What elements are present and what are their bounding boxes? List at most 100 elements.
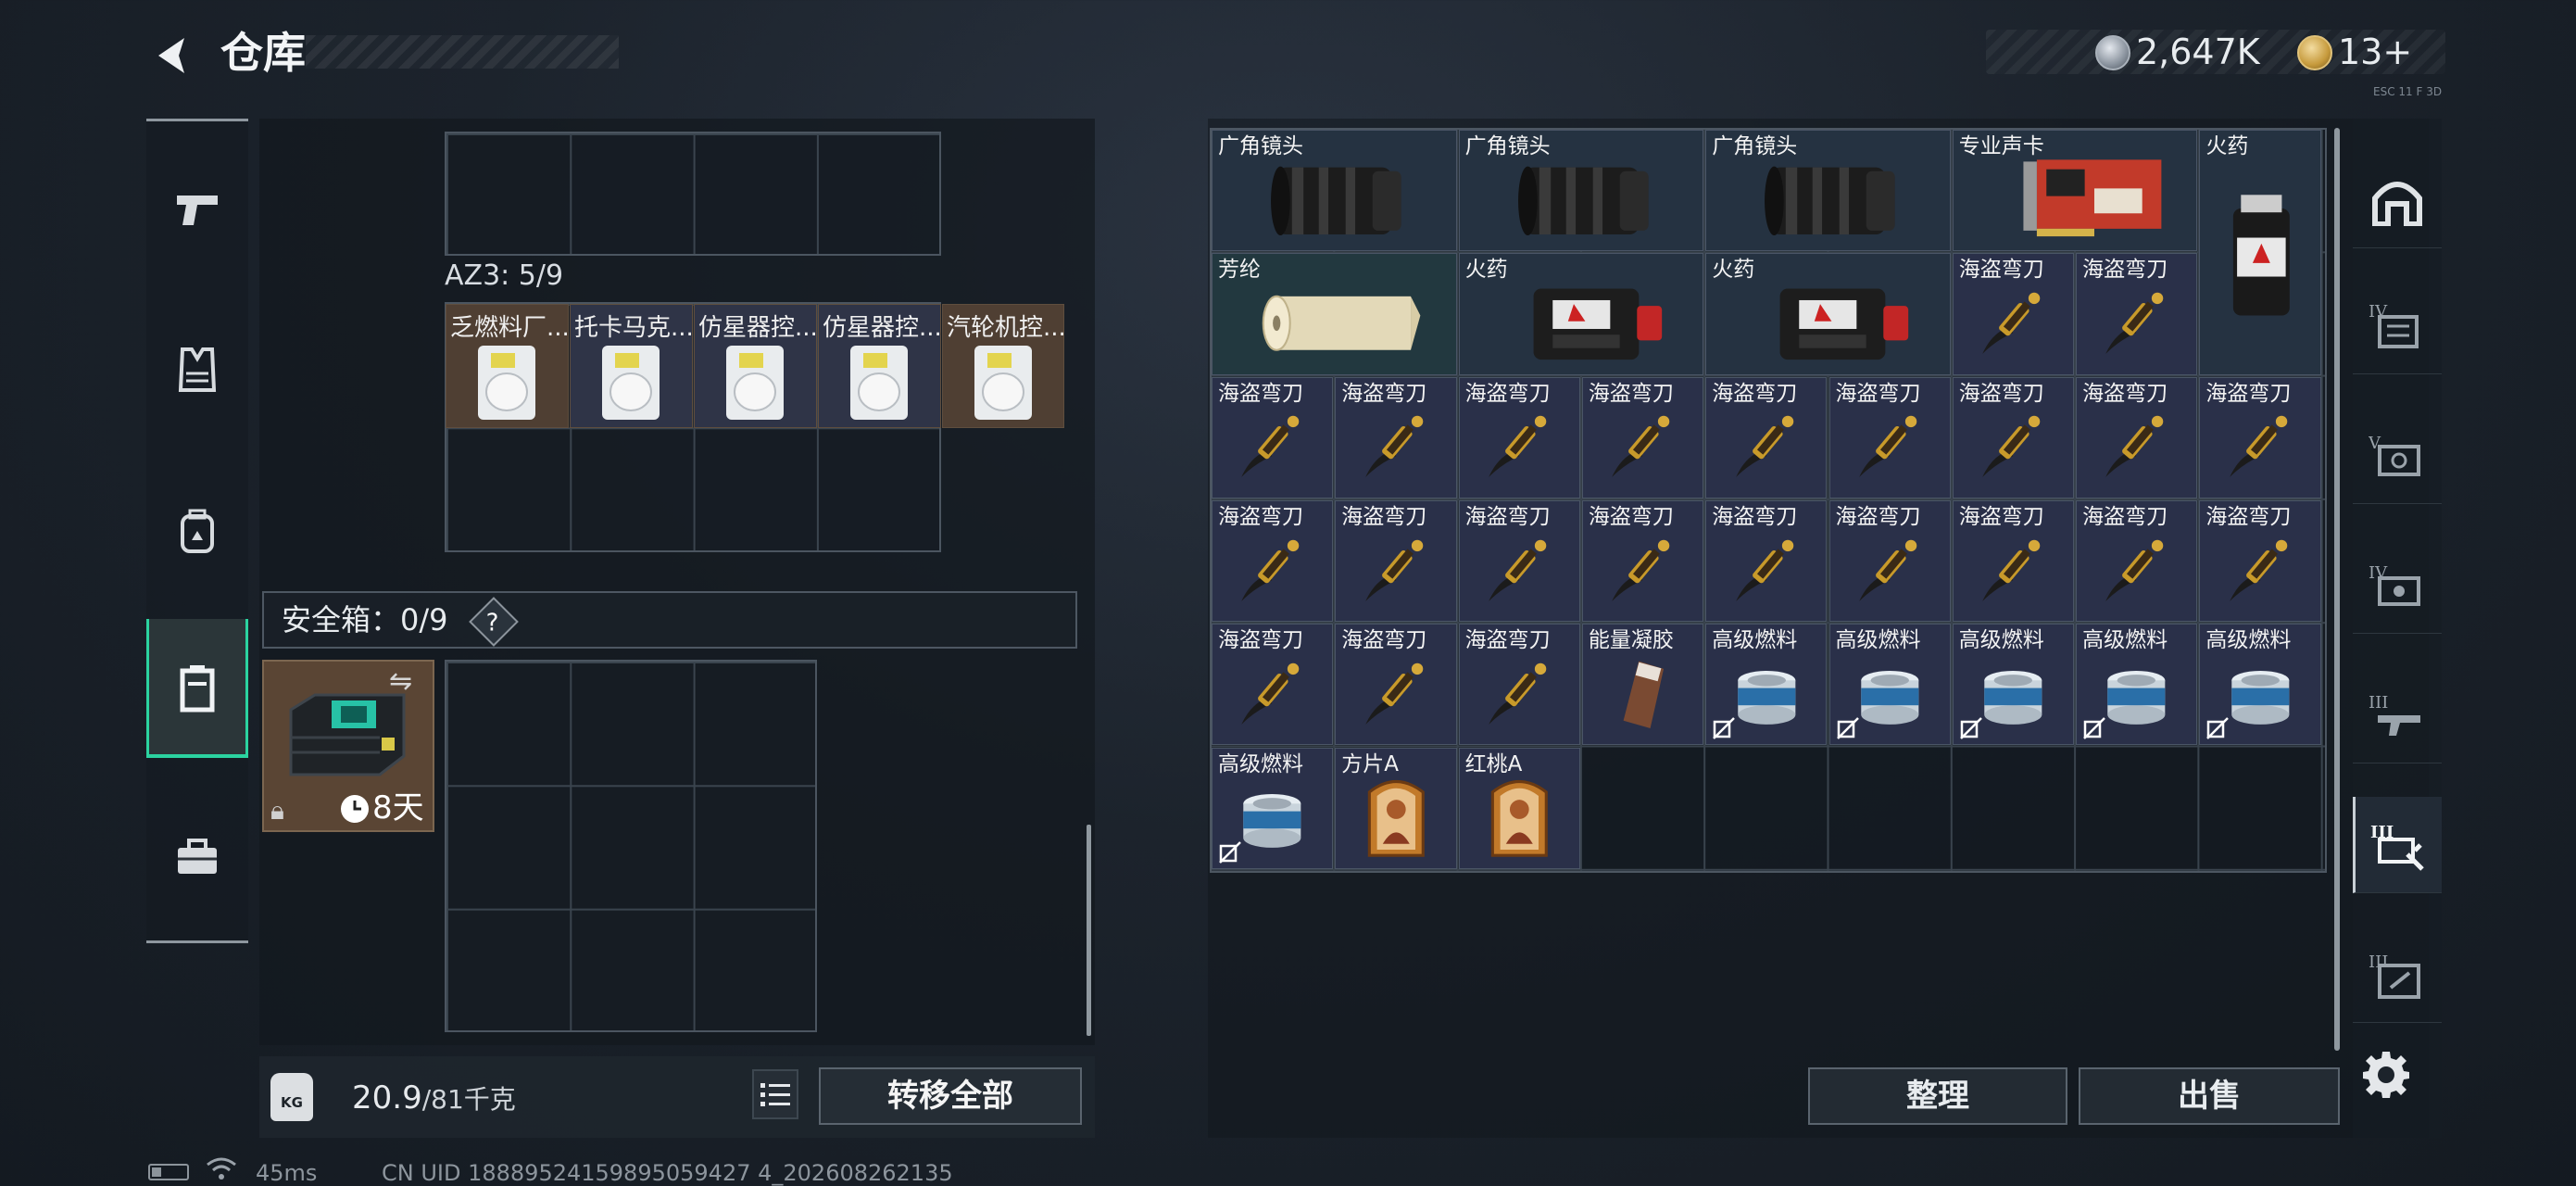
sound-card-icon: [2023, 159, 2162, 236]
stash-item-name: 海盗弯刀: [1958, 504, 2044, 529]
no-extract-icon: [1959, 716, 1983, 740]
sell-button[interactable]: 出售: [2079, 1067, 2340, 1125]
stash-item-name: 芳纶: [1218, 258, 1261, 283]
back-button[interactable]: [146, 30, 198, 82]
powder-box-icon: [1779, 288, 1909, 360]
stash-item[interactable]: 海盗弯刀: [1458, 376, 1580, 498]
container-item[interactable]: 仿星器控...: [818, 304, 941, 428]
filter-tier-v[interactable]: V: [2353, 408, 2442, 504]
stash-item[interactable]: 海盗弯刀: [1581, 376, 1704, 498]
filter-tier-iii-a[interactable]: III: [2353, 667, 2442, 763]
nav-safe-box[interactable]: [146, 619, 248, 758]
stash-item[interactable]: 高级燃料: [1828, 624, 1951, 746]
stash-item[interactable]: 海盗弯刀: [1212, 499, 1334, 623]
stash-item[interactable]: 专业声卡: [1952, 130, 2198, 252]
stash-item[interactable]: 广角镜头: [1458, 130, 1704, 252]
stash-item[interactable]: 海盗弯刀: [1828, 499, 1951, 623]
container-item[interactable]: 乏燃料厂...: [446, 304, 569, 428]
stash-item-name: 海盗弯刀: [1588, 504, 1674, 529]
stash-item[interactable]: 海盗弯刀: [1335, 624, 1457, 746]
tier-iii-box-icon: III: [2369, 953, 2420, 999]
stash-item[interactable]: 方片A: [1335, 747, 1457, 869]
stash-item-art: [1592, 644, 1693, 739]
stash-item-art: [1346, 644, 1447, 739]
filter-tier-iv-a[interactable]: IV: [2353, 278, 2442, 374]
nav-armor[interactable]: [146, 300, 248, 439]
container-item[interactable]: 汽轮机控...: [942, 304, 1064, 428]
sort-button[interactable]: 整理: [1808, 1067, 2067, 1125]
specimen-bag-icon: [726, 346, 784, 420]
stash-item[interactable]: 火药: [1705, 253, 1951, 375]
filter-tier-iv-b[interactable]: IV: [2353, 537, 2442, 634]
nav-backpack[interactable]: [146, 461, 248, 600]
stash-item[interactable]: 海盗弯刀: [1705, 499, 1828, 623]
stash-item[interactable]: 海盗弯刀: [1952, 253, 2075, 375]
stash-item-name: 海盗弯刀: [1835, 504, 1921, 529]
safe-timer: 8天: [372, 789, 424, 826]
no-extract-icon: [1712, 716, 1736, 740]
stash-item[interactable]: 海盗弯刀: [1952, 499, 2075, 623]
stash-item[interactable]: 海盗弯刀: [1458, 624, 1580, 746]
stash-item[interactable]: 海盗弯刀: [1212, 624, 1334, 746]
pirate-knife-icon: [2105, 415, 2164, 478]
stash-item[interactable]: 海盗弯刀: [1335, 499, 1457, 623]
transfer-all-button[interactable]: 转移全部: [819, 1067, 1082, 1125]
list-view-button[interactable]: [752, 1069, 798, 1119]
container-item[interactable]: 仿星器控...: [694, 304, 817, 428]
gold-amount[interactable]: 13+: [2338, 28, 2412, 76]
stash-item[interactable]: 海盗弯刀: [2199, 499, 2321, 623]
playing-card-icon: [1367, 780, 1425, 857]
pirate-knife-icon: [1612, 539, 1670, 601]
settings-button[interactable]: [2356, 1045, 2416, 1104]
stash-item-name: 红桃A: [1464, 751, 1523, 776]
container-item[interactable]: 托卡马克...: [570, 304, 693, 428]
stash-item[interactable]: 高级燃料: [2199, 624, 2321, 746]
stash-item-name: 海盗弯刀: [1464, 628, 1551, 653]
stash-item-name: 广角镜头: [1464, 134, 1551, 158]
stash-item[interactable]: 海盗弯刀: [1828, 376, 1951, 498]
stash-item[interactable]: 海盗弯刀: [1212, 376, 1334, 498]
stash-item-art: [1973, 150, 2178, 246]
no-extract-icon: [1836, 716, 1860, 740]
ping-text: 45ms: [256, 1160, 318, 1186]
tier-v-stash-icon: V: [2369, 434, 2420, 476]
pirate-knife-icon: [1364, 539, 1423, 601]
stash-item-name: 海盗弯刀: [1464, 504, 1551, 529]
stash-item[interactable]: 红桃A: [1458, 747, 1580, 869]
swap-icon[interactable]: ⇋: [389, 665, 412, 698]
filter-tier-iii-b[interactable]: III: [2353, 797, 2442, 893]
stash-item[interactable]: 海盗弯刀: [2076, 376, 2198, 498]
stash-item[interactable]: 芳纶: [1212, 253, 1457, 375]
stash-item[interactable]: 海盗弯刀: [1705, 376, 1828, 498]
stash-item-art: [1222, 644, 1323, 739]
stash-item[interactable]: 海盗弯刀: [2076, 499, 2198, 623]
right-scrollbar[interactable]: [2334, 128, 2340, 1051]
stash-item[interactable]: 高级燃料: [1705, 624, 1828, 746]
title-stripe: [306, 35, 619, 69]
stash-item-art: [2210, 521, 2311, 616]
filter-all[interactable]: [2353, 152, 2442, 248]
stash-item-name: 广角镜头: [1712, 134, 1798, 158]
stash-item[interactable]: 海盗弯刀: [2076, 253, 2198, 375]
stash-item[interactable]: 海盗弯刀: [1581, 499, 1704, 623]
nav-toolbox[interactable]: [146, 788, 248, 927]
stash-item[interactable]: 广角镜头: [1705, 130, 1951, 252]
tier-iv-stash-icon: IV: [2369, 302, 2419, 348]
nav-weapon[interactable]: [146, 139, 248, 278]
stash-item-art: [1479, 150, 1684, 246]
stash-item[interactable]: 广角镜头: [1212, 130, 1457, 252]
stash-item[interactable]: 海盗弯刀: [2199, 376, 2321, 498]
powder-jar-icon: [2232, 195, 2290, 316]
safe-box-icon: [180, 665, 215, 713]
stash-item[interactable]: 海盗弯刀: [1335, 376, 1457, 498]
filter-tier-iii-c[interactable]: III: [2353, 927, 2442, 1023]
stash-item[interactable]: 火药: [2199, 130, 2321, 375]
stash-item[interactable]: 高级燃料: [2076, 624, 2198, 746]
stash-item[interactable]: 海盗弯刀: [1952, 376, 2075, 498]
stash-item[interactable]: 高级燃料: [1212, 747, 1334, 869]
stash-item[interactable]: 火药: [1458, 253, 1704, 375]
stash-item[interactable]: 能量凝胶: [1581, 624, 1704, 746]
left-scrollbar[interactable]: [1087, 825, 1091, 1036]
stash-item[interactable]: 海盗弯刀: [1458, 499, 1580, 623]
stash-item[interactable]: 高级燃料: [1952, 624, 2075, 746]
